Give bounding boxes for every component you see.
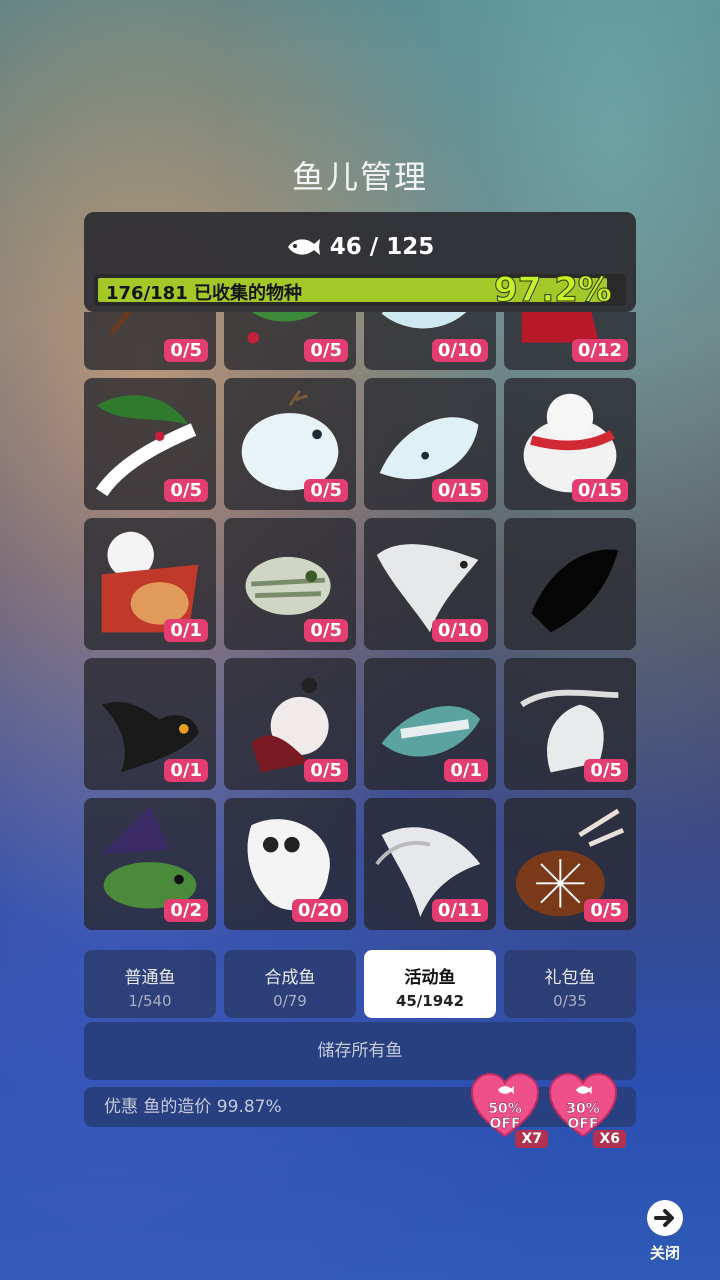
fish-card-mummy-fish[interactable]: 0/5 (224, 518, 356, 650)
tab-count: 1/540 (128, 992, 172, 1010)
fish-count-badge: 0/5 (584, 899, 628, 922)
fish-card-ghost-fish[interactable]: 0/20 (224, 798, 356, 930)
tab-label: 普通鱼 (124, 968, 176, 988)
fish-card-holly-eel[interactable]: 0/5 (84, 378, 216, 510)
fish-count-badge: 0/5 (304, 759, 348, 782)
tab-gift-fish[interactable]: 礼包鱼 0/35 (504, 950, 636, 1018)
fish-count-badge: 0/15 (431, 479, 488, 502)
boost-50-off[interactable]: 50% OFF X7 (470, 1072, 548, 1148)
fish-card-witch-hat-fish[interactable]: 0/2 (84, 798, 216, 930)
fish-count-badge: 0/5 (164, 479, 208, 502)
tab-label: 合成鱼 (264, 968, 316, 988)
close-button[interactable]: 关闭 (640, 1200, 690, 1263)
fish-card-ghost-manta[interactable]: 0/10 (364, 518, 496, 650)
fish-count-badge: 0/1 (164, 619, 208, 642)
discount-label: 优惠 鱼的造价 99.87% (104, 1097, 282, 1117)
category-tabs: 普通鱼 1/540 合成鱼 0/79 活动鱼 45/1942 礼包鱼 0/35 (84, 950, 636, 1018)
tab-count: 45/1942 (395, 992, 465, 1010)
arrow-right-icon (647, 1200, 683, 1236)
fish-count-badge: 0/10 (431, 339, 488, 362)
fish-count-badge: 0/5 (584, 759, 628, 782)
fish-count-badge: 0/20 (291, 899, 348, 922)
fish-card-santa-fox-fish[interactable]: 0/1 (84, 518, 216, 650)
fish-card-bat-fish[interactable]: 0/1 (84, 658, 216, 790)
boost-percent: 50% (488, 1101, 522, 1117)
tab-label: 活动鱼 (404, 968, 456, 988)
fish-count: 46 / 125 (84, 234, 636, 260)
fish-icon (576, 1086, 592, 1094)
fish-count-badge: 0/15 (571, 479, 628, 502)
fish-count-badge: 0/5 (164, 339, 208, 362)
page-title: 鱼儿管理 (291, 158, 428, 196)
species-percent: 97.2% (494, 274, 613, 306)
fish-card-polar-bear-fish[interactable]: 0/15 (504, 378, 636, 510)
locked-silhouette-icon (531, 549, 619, 633)
fish-count-badge: 0/10 (431, 619, 488, 642)
tab-merged-fish[interactable]: 合成鱼 0/79 (224, 950, 356, 1018)
species-progress-bar: 176/181 已收集的物种 97.2% (94, 274, 626, 306)
fish-card-reindeer-fish[interactable]: 0/5 (84, 312, 216, 370)
fish-card-vampire-fish[interactable]: 0/5 (224, 658, 356, 790)
fish-card-locked-silhouette[interactable] (504, 518, 636, 650)
fish-card-ice-fish[interactable]: 0/10 (364, 312, 496, 370)
boost-off: OFF (489, 1116, 521, 1132)
tab-count: 0/35 (553, 992, 587, 1010)
fish-count-badge: 0/2 (164, 899, 208, 922)
fish-card-snow-pufferfish[interactable]: 0/5 (224, 378, 356, 510)
fish-grid-viewport[interactable]: 0/5 0/5 0/10 0/12 0/5 0/5 0/15 0/15 0/1 0/5 0/10 0/… (84, 312, 636, 938)
fish-card-santa-hat-fish[interactable]: 0/12 (504, 312, 636, 370)
fish-count-badge: 0/5 (304, 339, 348, 362)
fish-count-value: 46 / 125 (329, 234, 435, 260)
species-label: 176/181 已收集的物种 (106, 283, 302, 304)
fish-card-ghost-witch-fish[interactable]: 0/5 (504, 658, 636, 790)
tab-event-fish[interactable]: 活动鱼 45/1942 (364, 950, 496, 1018)
boost-multiplier: X7 (515, 1130, 548, 1148)
fish-card-spider-web-fish[interactable]: 0/5 (504, 798, 636, 930)
fish-card-snow-whale[interactable]: 0/15 (364, 378, 496, 510)
close-label: 关闭 (649, 1244, 680, 1262)
tab-count: 0/79 (273, 992, 307, 1010)
boost-30-off[interactable]: 30% OFF X6 (548, 1072, 626, 1148)
fish-card-reaper-fish[interactable]: 0/11 (364, 798, 496, 930)
boost-multiplier: X6 (593, 1130, 626, 1148)
boost-text: 30% OFF (548, 1101, 618, 1132)
fish-icon (498, 1086, 514, 1094)
collection-header: 46 / 125 176/181 已收集的物种 97.2% (84, 212, 636, 312)
fish-count-badge: 0/1 (444, 759, 488, 782)
fish-count-badge: 0/1 (164, 759, 208, 782)
fish-card-bandaged-fish[interactable]: 0/1 (364, 658, 496, 790)
fish-card-holly-fish[interactable]: 0/5 (224, 312, 356, 370)
fish-grid: 0/5 0/5 0/10 0/12 0/5 0/5 0/15 0/15 0/1 0/5 0/10 0/… (84, 312, 636, 930)
fish-icon (287, 239, 320, 255)
boost-percent: 30% (566, 1101, 600, 1117)
tab-label: 礼包鱼 (544, 968, 596, 988)
boost-off: OFF (567, 1116, 599, 1132)
boost-text: 50% OFF (470, 1101, 540, 1132)
fish-count-badge: 0/5 (304, 479, 348, 502)
tab-normal-fish[interactable]: 普通鱼 1/540 (84, 950, 216, 1018)
fish-count-badge: 0/5 (304, 619, 348, 642)
fish-count-badge: 0/11 (431, 899, 488, 922)
fish-count-badge: 0/12 (571, 339, 628, 362)
